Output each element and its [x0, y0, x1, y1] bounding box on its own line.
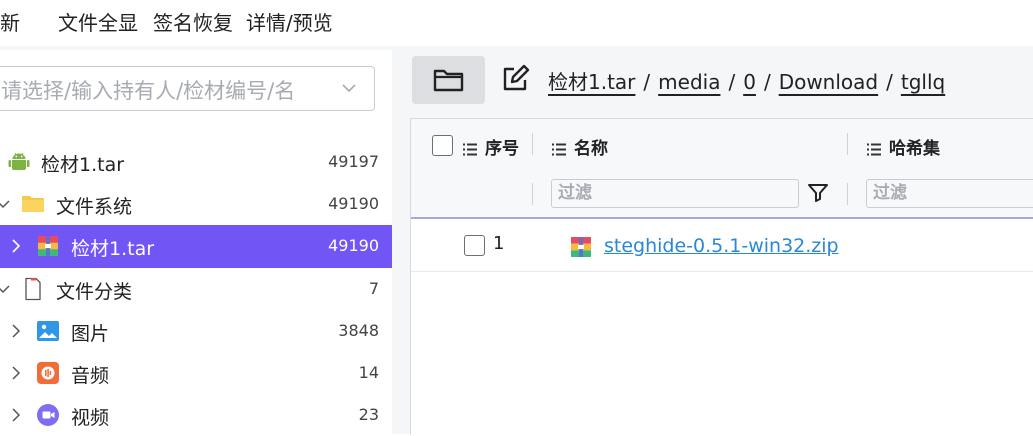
tree-item-label: 音频	[71, 365, 110, 387]
table-row[interactable]: 1 steghide-0.5.1-win32.zip	[411, 219, 1033, 272]
tree-item-filesystem[interactable]: 文件系统 49190	[0, 183, 392, 225]
column-divider[interactable]	[532, 133, 533, 155]
select-all-checkbox[interactable]	[432, 135, 453, 156]
tree-item-video[interactable]: 视频 23	[0, 394, 392, 436]
column-divider[interactable]	[847, 133, 848, 155]
breadcrumb-item[interactable]: 0	[743, 70, 756, 94]
tree-item-count: 23	[358, 405, 379, 424]
tree-item-images[interactable]: 图片 3848	[0, 310, 392, 352]
breadcrumb-separator: /	[886, 70, 893, 94]
hashset-filter-input[interactable]: 过滤	[866, 179, 1033, 208]
document-icon	[25, 277, 41, 301]
tree-item-count: 14	[358, 363, 379, 382]
signature-restore-button[interactable]: 签名恢复	[153, 8, 233, 38]
breadcrumb-item[interactable]: media	[658, 70, 720, 94]
column-divider	[532, 183, 533, 205]
evidence-tree-panel: 请选择/输入持有人/检材编号/名 检材1.tar 49197 文件系统 4919…	[0, 50, 392, 434]
tree-item-audio[interactable]: 音频 14	[0, 352, 392, 394]
breadcrumb-separator: /	[763, 70, 771, 94]
tree-item-label: 检材1.tar	[41, 154, 125, 176]
tree-item-label: 检材1.tar	[71, 238, 155, 260]
tree-item-count: 3848	[338, 321, 379, 340]
detail-preview-button[interactable]: 详情/预览	[246, 8, 333, 38]
column-header-name[interactable]: 名称	[552, 134, 608, 159]
column-header-index[interactable]: 序号	[463, 134, 519, 159]
chevron-right-icon[interactable]	[7, 322, 25, 340]
image-icon	[37, 321, 59, 341]
name-filter-input[interactable]: 过滤	[551, 179, 799, 208]
list-menu-icon	[867, 143, 881, 156]
show-all-files-button[interactable]: 文件全显	[58, 8, 138, 38]
tree-item-evidence-root[interactable]: 检材1.tar 49197	[0, 141, 392, 183]
file-name-link[interactable]: steghide-0.5.1-win32.zip	[604, 235, 839, 257]
tree-item-archive-selected[interactable]: 检材1.tar 49190	[0, 225, 392, 268]
breadcrumb-item[interactable]: 检材1.tar	[548, 70, 635, 94]
breadcrumb: 检材1.tar / media / 0 / Download / tgllq	[548, 66, 945, 95]
archive-icon	[571, 237, 591, 257]
evidence-select[interactable]: 请选择/输入持有人/检材编号/名	[0, 66, 375, 111]
list-menu-icon	[552, 143, 566, 156]
tree-item-count: 49197	[328, 152, 379, 171]
tree-item-label: 图片	[71, 323, 110, 345]
grid-header: 序号 名称 哈希集	[411, 119, 1033, 172]
top-toolbar: 刷新 文件全显 签名恢复 详情/预览	[0, 0, 1033, 46]
refresh-button[interactable]: 刷新	[0, 8, 20, 38]
column-header-hashset[interactable]: 哈希集	[867, 134, 940, 159]
audio-icon	[37, 362, 59, 384]
breadcrumb-item[interactable]: tgllq	[901, 70, 945, 94]
chevron-down-icon[interactable]	[0, 280, 12, 298]
column-header-label: 哈希集	[889, 139, 940, 159]
filter-icon[interactable]	[806, 181, 830, 205]
tree-item-count: 49190	[328, 194, 379, 213]
chevron-right-icon[interactable]	[7, 406, 25, 424]
archive-icon	[38, 236, 58, 256]
breadcrumb-separator: /	[728, 70, 736, 94]
chevron-down-icon	[342, 84, 356, 93]
tree-item-label: 视频	[71, 407, 110, 429]
chevron-right-icon[interactable]	[7, 364, 25, 382]
column-header-label: 序号	[485, 139, 519, 159]
breadcrumb-separator: /	[643, 70, 651, 94]
tree-item-count: 7	[368, 279, 379, 298]
breadcrumb-item[interactable]: Download	[779, 70, 878, 94]
chevron-down-icon[interactable]	[0, 195, 12, 213]
tree-item-label: 文件系统	[56, 196, 133, 218]
folder-icon	[433, 69, 464, 92]
grid-filter-row: 过滤 过滤	[411, 171, 1033, 219]
tree-item-count: 49190	[328, 236, 379, 255]
folder-icon	[22, 196, 44, 212]
evidence-select-placeholder: 请选择/输入持有人/检材编号/名	[1, 79, 296, 103]
file-grid: 序号 名称 哈希集 过滤 过滤 1 steghide-0.5.1-win32.z…	[410, 118, 1033, 435]
tree-item-file-category[interactable]: 文件分类 7	[0, 268, 392, 310]
column-divider	[847, 183, 848, 205]
column-header-label: 名称	[574, 139, 608, 159]
row-index: 1	[493, 233, 505, 254]
list-menu-icon	[463, 143, 477, 156]
android-icon	[8, 152, 30, 170]
edit-icon[interactable]	[500, 64, 530, 94]
row-checkbox[interactable]	[464, 235, 485, 256]
video-icon	[37, 404, 59, 426]
folder-view-button[interactable]	[412, 56, 485, 104]
tree-item-label: 文件分类	[56, 281, 133, 303]
chevron-right-icon[interactable]	[7, 237, 25, 255]
